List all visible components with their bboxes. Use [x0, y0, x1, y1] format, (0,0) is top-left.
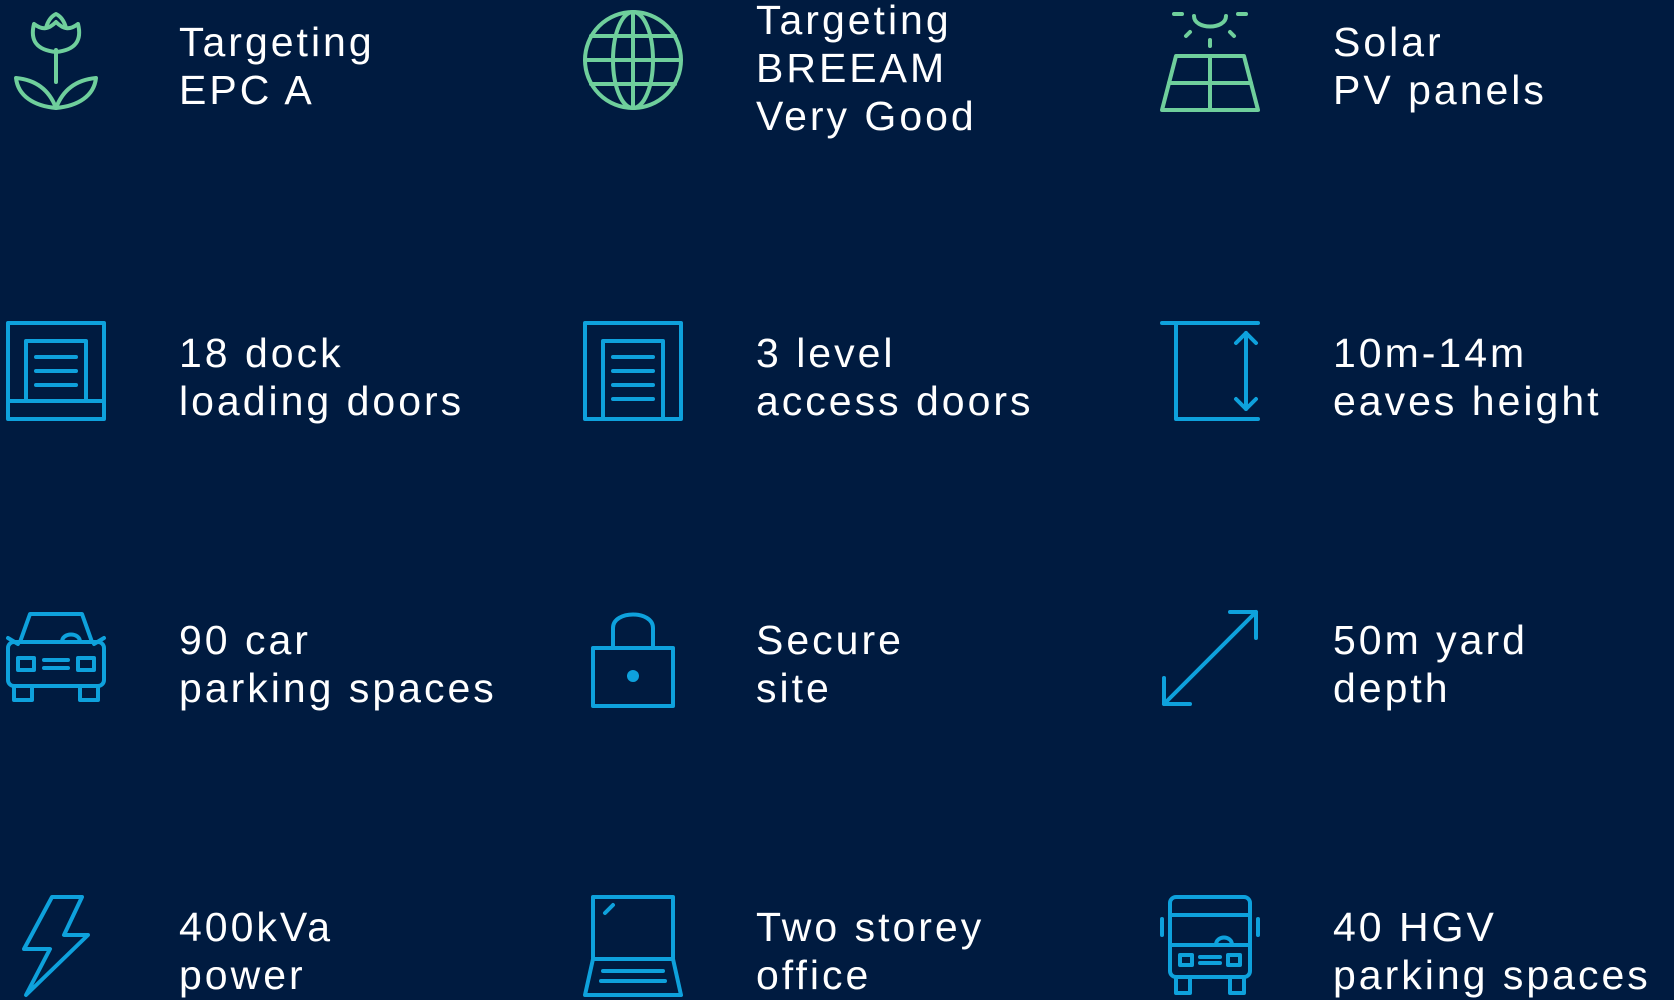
- lightning-icon: [6, 895, 106, 997]
- feature-label: 90 car parking spaces: [179, 617, 497, 711]
- feature-label: Two storey office: [756, 904, 985, 998]
- globe-icon: [583, 10, 683, 110]
- feature-label: Targeting BREEAM Very Good: [756, 0, 977, 139]
- truck-icon: [1160, 895, 1260, 995]
- access-door-icon: [583, 321, 683, 421]
- car-icon: [6, 608, 106, 708]
- feature-label: Secure site: [756, 617, 904, 711]
- feature-label: 50m yard depth: [1333, 617, 1528, 711]
- feature-label: 18 dock loading doors: [179, 330, 465, 424]
- feature-label: 10m-14m eaves height: [1333, 330, 1602, 424]
- diagonal-arrow-icon: [1160, 608, 1260, 708]
- feature-label: 3 level access doors: [756, 330, 1034, 424]
- laptop-icon: [583, 895, 683, 997]
- solar-panel-icon: [1160, 10, 1260, 112]
- feature-label: Solar PV panels: [1333, 19, 1547, 113]
- flower-icon: [6, 10, 106, 110]
- loading-door-icon: [6, 321, 106, 421]
- feature-label: Targeting EPC A: [179, 19, 375, 113]
- padlock-icon: [583, 608, 683, 708]
- feature-label: 400kVa power: [179, 904, 334, 998]
- feature-label: 40 HGV parking spaces: [1333, 904, 1651, 998]
- height-arrow-icon: [1160, 321, 1260, 421]
